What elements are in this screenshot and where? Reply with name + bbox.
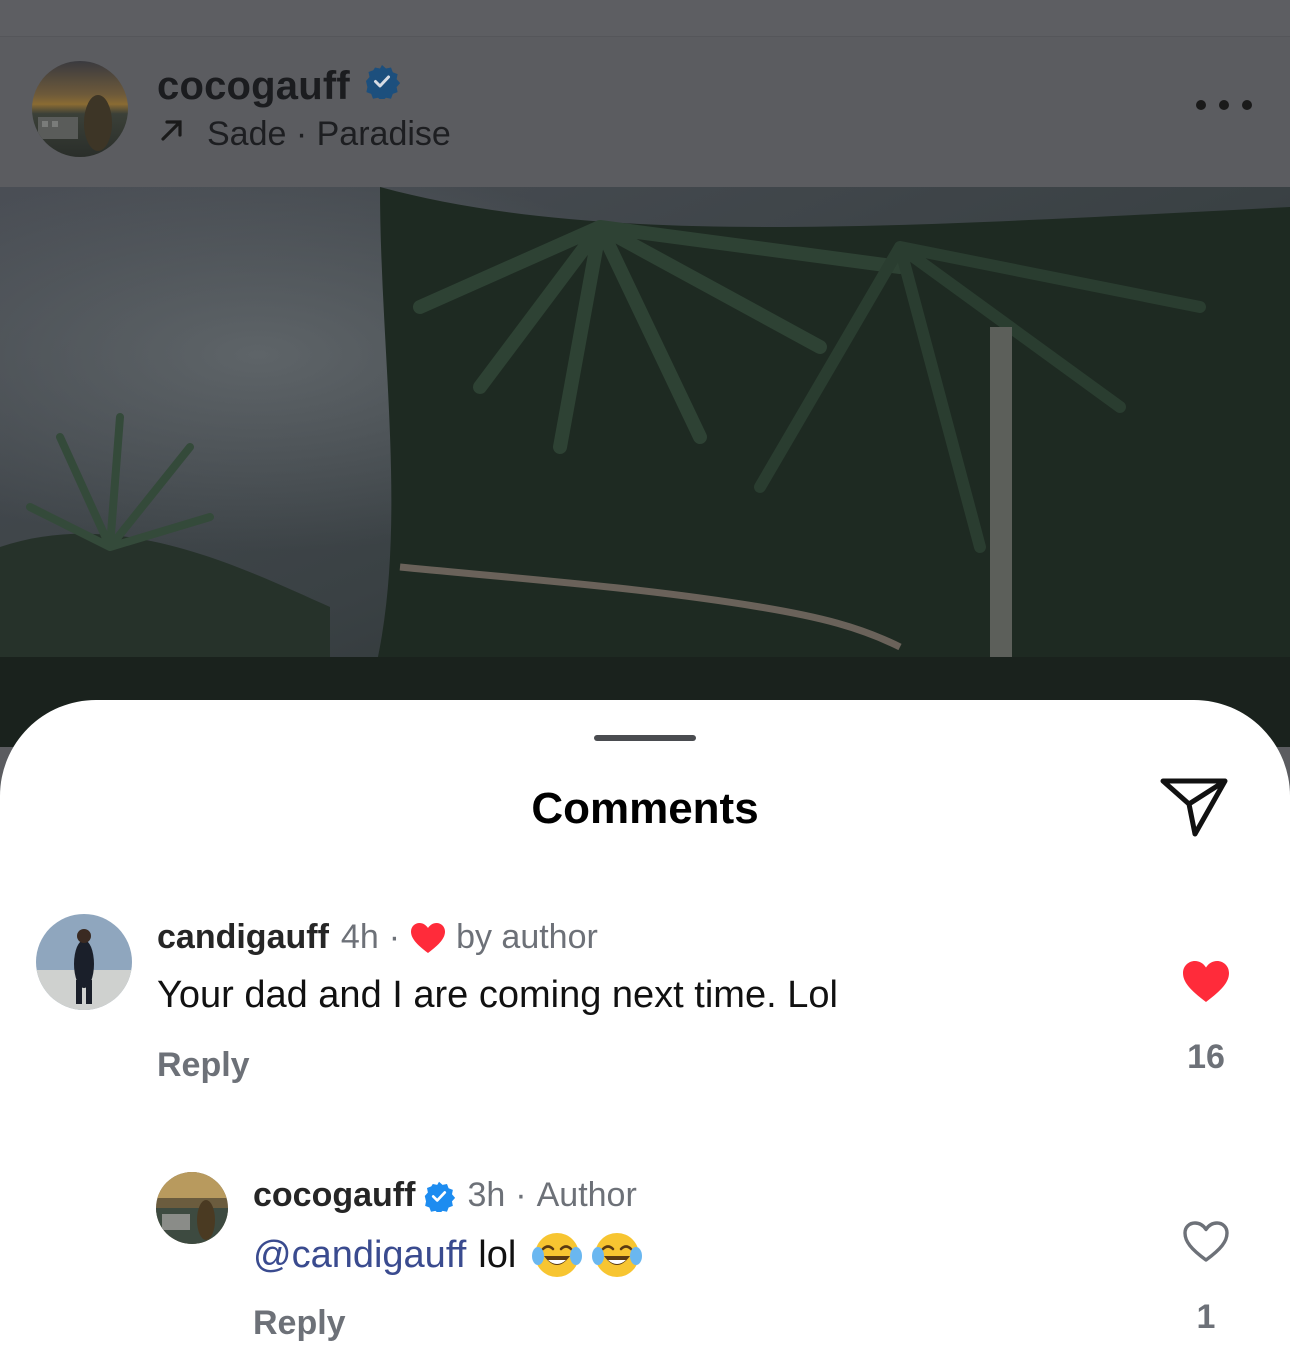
like-button-outline-heart-icon[interactable] [1182, 1220, 1230, 1264]
comment-username[interactable]: cocogauff [253, 1176, 415, 1215]
comment-time: 4h [340, 918, 379, 956]
comments-sheet: Comments candigauff 4h · by author Your … [0, 700, 1290, 1360]
reply-button[interactable]: Reply [157, 1046, 250, 1085]
comment-username[interactable]: candigauff [157, 918, 329, 957]
comment-meta: cocogauff 3h · Author [253, 1176, 637, 1215]
post-photo [0, 187, 1290, 747]
more-dot-icon [1242, 100, 1252, 110]
more-dot-icon [1196, 100, 1206, 110]
face-with-tears-of-joy-emoji-icon [590, 1230, 644, 1280]
comment-meta: candigauff 4h · by author [157, 918, 598, 957]
comment-text: Your dad and I are coming next time. Lol [157, 974, 838, 1016]
more-options-button[interactable] [1196, 93, 1252, 117]
separator-dot: · [515, 1176, 527, 1214]
post-author-avatar[interactable] [32, 61, 128, 157]
comment-text-body: lol [478, 1233, 517, 1276]
commenter-avatar[interactable] [156, 1172, 228, 1244]
like-count: 16 [1187, 1038, 1225, 1076]
share-paper-plane-icon[interactable] [1158, 774, 1230, 838]
verified-badge-icon [423, 1180, 456, 1214]
reply-button[interactable]: Reply [253, 1304, 346, 1343]
post-header: cocogauff Sade · Paradise [0, 37, 1290, 187]
like-count: 1 [1196, 1298, 1216, 1336]
arrow-up-right-icon [157, 115, 187, 154]
face-with-tears-of-joy-emoji-icon [530, 1230, 584, 1280]
author-label: Author [536, 1176, 637, 1214]
comment-time: 3h [467, 1176, 506, 1214]
sheet-grabber-handle[interactable] [594, 735, 696, 741]
post-music[interactable]: Sade · Paradise [157, 115, 451, 154]
comment-text: @candigauff lol [253, 1230, 644, 1280]
like-button-filled-heart-icon[interactable] [1182, 960, 1230, 1004]
post-username-text[interactable]: cocogauff [157, 64, 350, 109]
separator-dot: · [388, 918, 401, 956]
more-dot-icon [1219, 100, 1229, 110]
top-bar [0, 0, 1290, 37]
liked-by-author-label: by author [456, 918, 598, 956]
verified-badge-icon [364, 63, 401, 109]
post-music-label[interactable]: Sade · Paradise [207, 115, 451, 154]
mention-link[interactable]: @candigauff [253, 1234, 466, 1277]
commenter-avatar[interactable] [36, 914, 132, 1010]
heart-filled-icon [410, 922, 446, 954]
post-username[interactable]: cocogauff [157, 63, 401, 109]
sheet-title: Comments [531, 784, 759, 833]
